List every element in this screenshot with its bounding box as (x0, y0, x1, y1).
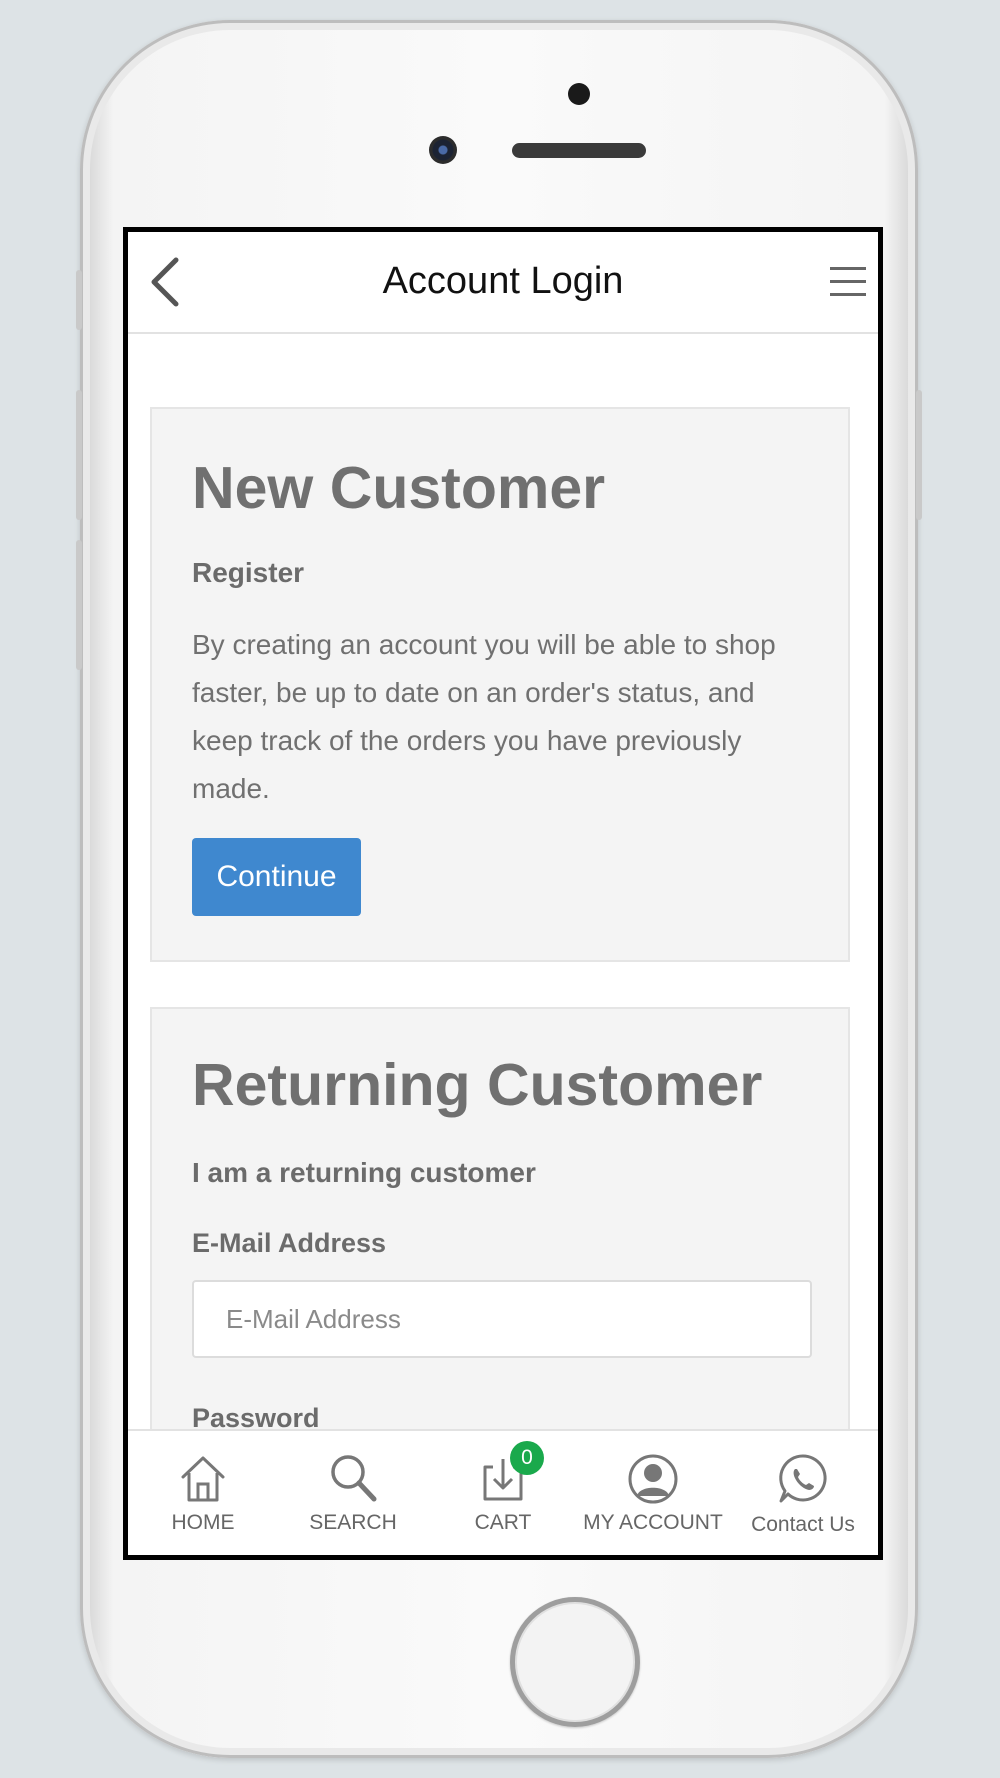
content-area[interactable]: New Customer Register By creating an acc… (128, 334, 878, 1429)
volume-down-button (76, 540, 82, 670)
tab-contact-us[interactable]: Contact Us (728, 1431, 878, 1551)
tab-cart[interactable]: 0 CART (428, 1431, 578, 1551)
bottom-tab-bar: HOME SEARCH 0 CART MY ACCOUNT Contact Us (128, 1429, 878, 1555)
email-label: E-Mail Address (192, 1228, 387, 1258)
search-icon (331, 1455, 377, 1502)
proximity-sensor (568, 83, 590, 105)
mute-switch (76, 270, 82, 330)
register-subheading: Register (192, 557, 305, 588)
front-camera (429, 136, 457, 164)
new-customer-heading: New Customer (192, 455, 606, 521)
password-label: Password (192, 1403, 320, 1429)
returning-customer-card: Returning Customer I am a returning cust… (150, 1007, 850, 1429)
app-header: Account Login (128, 232, 878, 334)
home-icon (181, 1456, 225, 1502)
tab-contact-us-label: Contact Us (751, 1513, 855, 1536)
account-icon (628, 1454, 678, 1504)
returning-subheading: I am a returning customer (192, 1157, 536, 1188)
email-field[interactable] (192, 1280, 812, 1358)
home-hardware-button[interactable] (510, 1597, 640, 1727)
register-description: By creating an account you will be able … (192, 629, 776, 804)
returning-customer-heading: Returning Customer (192, 1052, 763, 1118)
volume-up-button (76, 390, 82, 520)
continue-button[interactable]: Continue (192, 838, 361, 916)
cart-count-badge: 0 (510, 1441, 544, 1475)
earpiece-speaker (512, 143, 646, 158)
phone-screen: Account Login New Customer Register By c… (123, 227, 883, 1560)
tab-home[interactable]: HOME (128, 1431, 278, 1551)
tab-search-label: SEARCH (309, 1511, 397, 1534)
tab-cart-label: CART (474, 1511, 532, 1534)
menu-button[interactable] (828, 264, 868, 300)
tab-my-account[interactable]: MY ACCOUNT (578, 1431, 728, 1551)
power-button (916, 390, 922, 520)
new-customer-card: New Customer Register By creating an acc… (150, 407, 850, 962)
hamburger-menu-icon (830, 267, 866, 296)
tab-search[interactable]: SEARCH (278, 1431, 428, 1551)
tab-home-label: HOME (171, 1511, 235, 1534)
whatsapp-icon (779, 1454, 827, 1503)
tab-my-account-label: MY ACCOUNT (583, 1511, 723, 1534)
page-title: Account Login (382, 260, 624, 302)
